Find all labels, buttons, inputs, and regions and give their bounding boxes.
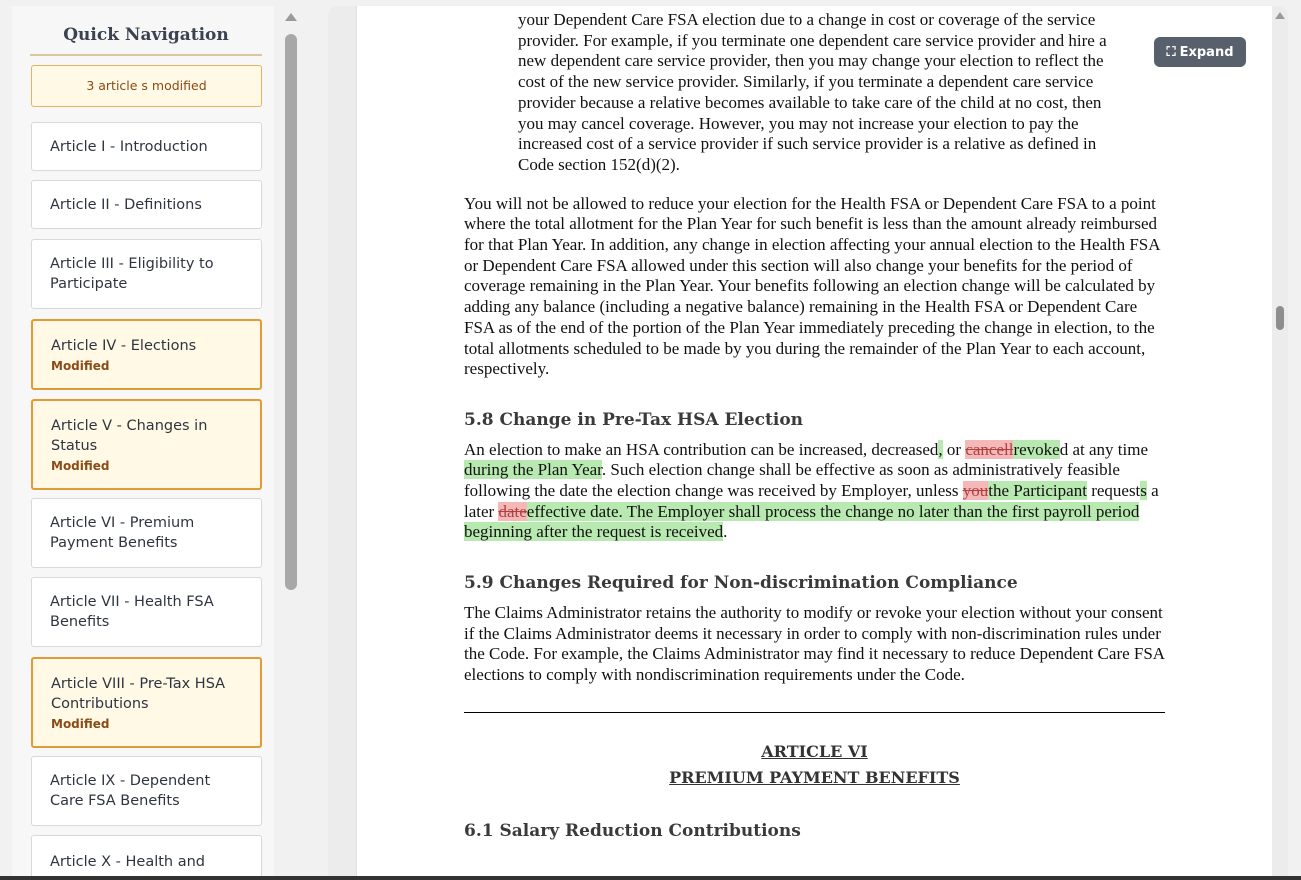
insertion: effective date. The Employer shall proce… bbox=[464, 501, 1140, 542]
nav-item-label: Article IX - Dependent Care FSA Benefits bbox=[50, 773, 211, 809]
nav-item-article-4[interactable]: Article IV - Elections Modified bbox=[31, 319, 262, 390]
modified-badge: Modified bbox=[51, 459, 110, 473]
sidebar-scrollbar-thumb[interactable] bbox=[285, 34, 297, 590]
article-6-title: PREMIUM PAYMENT BENEFITS bbox=[669, 767, 960, 787]
dependent-care-paragraph: your Dependent Care FSA election due to … bbox=[464, 10, 1165, 176]
insertion: s bbox=[1140, 481, 1147, 501]
nav-item-article-8[interactable]: Article VIII - Pre-Tax HSA Contributions… bbox=[31, 657, 262, 748]
election-reduction-paragraph: You will not be allowed to reduce your e… bbox=[464, 193, 1160, 379]
text-run: or bbox=[942, 439, 966, 459]
insertion: the Participant bbox=[988, 481, 1087, 501]
text-line: increased cost of a service provider if … bbox=[518, 134, 1097, 154]
document-scrollbar-thumb[interactable] bbox=[1276, 306, 1284, 330]
text-line: you may cancel coverage. However, you ma… bbox=[518, 113, 1079, 133]
expand-label: Expand bbox=[1179, 44, 1234, 60]
deletion: cancell bbox=[965, 439, 1014, 459]
modified-badge: Modified bbox=[51, 717, 110, 731]
deletion: date bbox=[498, 501, 527, 521]
section-5-8-body: An election to make an HSA contribution … bbox=[464, 439, 1165, 544]
nav-item-label: Article V - Changes in Status bbox=[51, 418, 208, 454]
text-line: provider. For example, if you terminate … bbox=[518, 30, 1107, 50]
nav-item-article-9[interactable]: Article IX - Dependent Care FSA Benefits bbox=[31, 756, 262, 826]
document-page: your Dependent Care FSA election due to … bbox=[356, 6, 1272, 880]
nav-item-article-2[interactable]: Article II - Definitions bbox=[31, 180, 262, 229]
bottom-edge-bar bbox=[0, 876, 1301, 880]
nav-item-article-5[interactable]: Article V - Changes in Status Modified bbox=[31, 399, 262, 490]
modified-summary-banner: 3 article s modified bbox=[31, 65, 262, 107]
insertion: during the Plan Year bbox=[464, 460, 602, 480]
nav-item-label: Article I - Introduction bbox=[50, 138, 208, 155]
text-run: request bbox=[1086, 481, 1141, 501]
text-run: d at any time bbox=[1059, 439, 1149, 459]
quick-navigation-sidebar: Quick Navigation 3 article s modified Ar… bbox=[12, 6, 274, 880]
text-run: . bbox=[723, 522, 728, 542]
text-line: cost of the new service provider. Simila… bbox=[518, 72, 1094, 92]
section-divider bbox=[464, 711, 1165, 713]
nav-item-article-10[interactable]: Article X - Health and bbox=[31, 835, 262, 880]
document-scroll-up-arrow-icon[interactable] bbox=[1275, 12, 1285, 19]
expand-icon: ⛶ bbox=[1166, 44, 1176, 60]
document-text: your Dependent Care FSA election due to … bbox=[464, 6, 1165, 841]
text-line: your Dependent Care FSA election due to … bbox=[518, 10, 1096, 29]
expand-button[interactable]: ⛶ Expand bbox=[1154, 37, 1246, 67]
section-5-8-heading: 5.8 Change in Pre-Tax HSA Election bbox=[464, 409, 804, 430]
document-viewer: your Dependent Care FSA election due to … bbox=[328, 6, 1288, 880]
nav-item-label: Article VII - Health FSA Benefits bbox=[50, 594, 214, 630]
text-line: Code section 152(d)(2). bbox=[518, 154, 680, 174]
nav-item-article-1[interactable]: Article I - Introduction bbox=[31, 122, 262, 171]
nav-item-label: Article III - Eligibility to Participate bbox=[50, 256, 214, 292]
sidebar-title: Quick Navigation bbox=[30, 18, 262, 56]
nav-item-article-7[interactable]: Article VII - Health FSA Benefits bbox=[31, 577, 262, 647]
text-line: new dependent care service provider, the… bbox=[518, 51, 1104, 71]
nav-item-label: Article VI - Premium Payment Benefits bbox=[50, 515, 195, 551]
nav-item-article-6[interactable]: Article VI - Premium Payment Benefits bbox=[31, 498, 262, 568]
article-6-number: ARTICLE VI bbox=[761, 741, 868, 761]
nav-item-label: Article X - Health and bbox=[50, 854, 206, 870]
section-5-9-body: The Claims Administrator retains the aut… bbox=[464, 602, 1165, 684]
nav-item-label: Article VIII - Pre-Tax HSA Contributions bbox=[51, 676, 226, 712]
deletion: you bbox=[962, 481, 989, 501]
nav-item-label: Article II - Definitions bbox=[50, 196, 202, 213]
nav-item-article-3[interactable]: Article III - Eligibility to Participate bbox=[31, 239, 262, 309]
text-run: An election to make an HSA contribution … bbox=[464, 439, 939, 459]
section-6-1-heading: 6.1 Salary Reduction Contributions bbox=[464, 820, 801, 841]
modified-badge: Modified bbox=[51, 359, 110, 373]
text-line: provider because a relative becomes avai… bbox=[518, 92, 1102, 112]
sidebar-scroll-up-arrow-icon[interactable] bbox=[285, 13, 297, 21]
insertion: revoke bbox=[1013, 439, 1060, 459]
nav-item-label: Article IV - Elections bbox=[51, 338, 197, 354]
section-5-9-heading: 5.9 Changes Required for Non-discriminat… bbox=[464, 573, 1018, 594]
